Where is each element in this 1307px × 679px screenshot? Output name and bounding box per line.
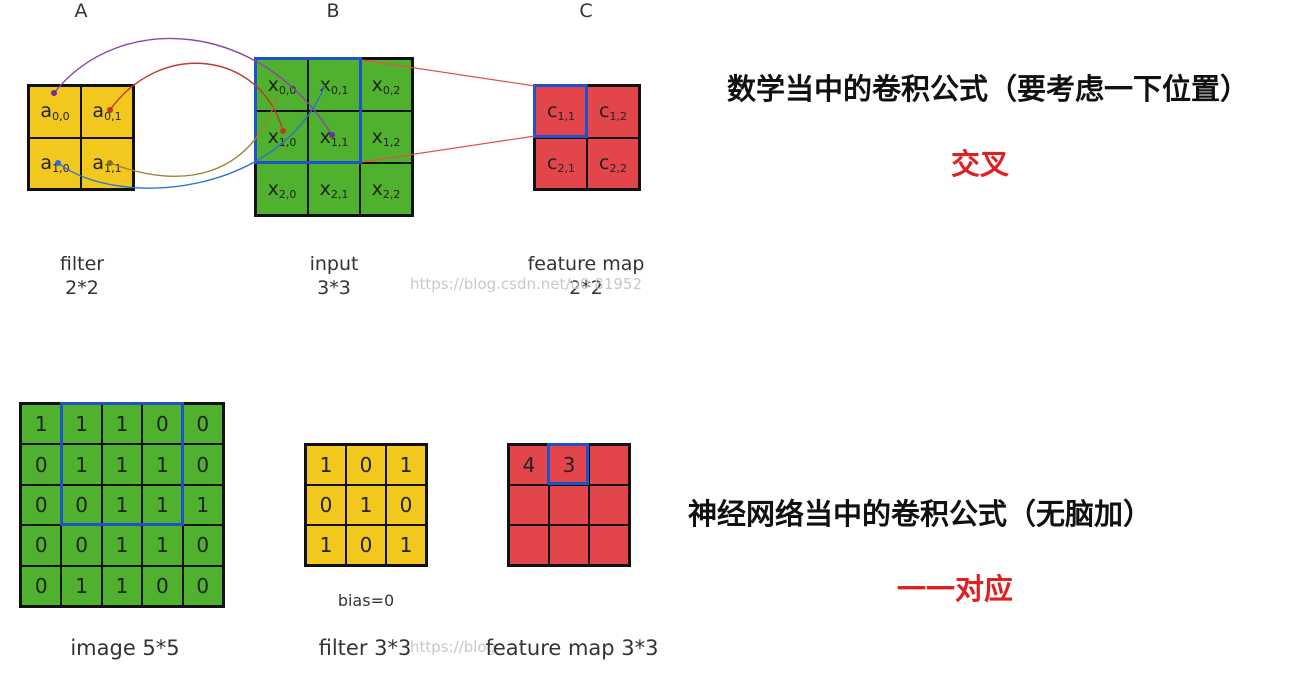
bottom-image-cell: 0 bbox=[182, 444, 223, 485]
top-input-caption-line1: input bbox=[309, 253, 359, 275]
bottom-feature-cell: 4 bbox=[509, 445, 549, 485]
image-caption: image 5*5 bbox=[70, 636, 180, 660]
bottom-feature-cell bbox=[589, 445, 629, 485]
subtitle-one-to-one: 一一对应 bbox=[897, 572, 1014, 606]
bottom-image-cell: 0 bbox=[21, 484, 62, 526]
bottom-image-cell: 1 bbox=[101, 565, 143, 606]
top-filter-caption-line2: 2*2 bbox=[65, 277, 99, 299]
top-filter-caption-line1: filter bbox=[59, 253, 105, 275]
bottom-feature-cell bbox=[549, 485, 589, 525]
bottom-image-cell: 1 bbox=[61, 565, 102, 606]
top-feature-caption-line1: feature map bbox=[527, 253, 645, 275]
bottom-filter-cell: 1 bbox=[386, 525, 426, 565]
image-highlight-box bbox=[60, 402, 184, 526]
top-filter-caption: filter 2*2 bbox=[32, 252, 132, 300]
bottom-image-cell: 0 bbox=[182, 404, 223, 445]
heading-nn-convolution: 神经网络当中的卷积公式（无脑加） bbox=[688, 497, 1153, 531]
bottom-feature-cell bbox=[589, 485, 629, 525]
bottom-image-cell: 0 bbox=[21, 565, 62, 606]
subtitle-cross: 交叉 bbox=[951, 147, 1010, 181]
bottom-feature-caption: feature map 3*3 bbox=[485, 636, 659, 660]
top-input-caption-line2: 3*3 bbox=[317, 277, 351, 299]
bottom-image-cell: 1 bbox=[101, 525, 143, 566]
bottom-filter-cell: 0 bbox=[346, 445, 386, 485]
bottom-image-cell: 0 bbox=[21, 525, 62, 566]
bottom-feature-cell bbox=[589, 525, 629, 565]
bottom-image-cell: 0 bbox=[182, 525, 223, 566]
bottom-image-cell: 0 bbox=[21, 444, 62, 485]
bottom-image-cell: 0 bbox=[142, 565, 183, 606]
heading-math-convolution: 数学当中的卷积公式（要考虑一下位置） bbox=[727, 72, 1250, 106]
bottom-image-cell: 1 bbox=[142, 525, 183, 566]
bottom-filter-cell: 0 bbox=[386, 485, 426, 525]
bottom-filter-caption: filter 3*3 bbox=[318, 636, 412, 660]
top-input-caption: input 3*3 bbox=[284, 252, 384, 300]
bottom-filter-cell: 1 bbox=[306, 445, 346, 485]
bottom-filter-cell: 0 bbox=[346, 525, 386, 565]
bottom-feature-cell bbox=[509, 485, 549, 525]
bottom-image-cell: 1 bbox=[182, 484, 223, 526]
bottom-feature-cell bbox=[509, 525, 549, 565]
bottom-filter-cell: 1 bbox=[386, 445, 426, 485]
bottom-feature-highlight-box bbox=[547, 443, 589, 485]
bottom-filter-cell: 1 bbox=[306, 525, 346, 565]
bottom-feature-cell bbox=[549, 525, 589, 565]
bottom-filter-cell: 0 bbox=[306, 485, 346, 525]
bias-label: bias=0 bbox=[337, 591, 395, 610]
bottom-image-cell: 0 bbox=[61, 525, 102, 566]
bottom-filter-grid: 101010101 bbox=[304, 443, 428, 567]
bottom-image-cell: 1 bbox=[21, 404, 62, 445]
top-watermark: https://blog.csdn.net/u0 81952 bbox=[410, 275, 642, 293]
bottom-filter-cell: 1 bbox=[346, 485, 386, 525]
bottom-image-cell: 0 bbox=[182, 565, 223, 606]
